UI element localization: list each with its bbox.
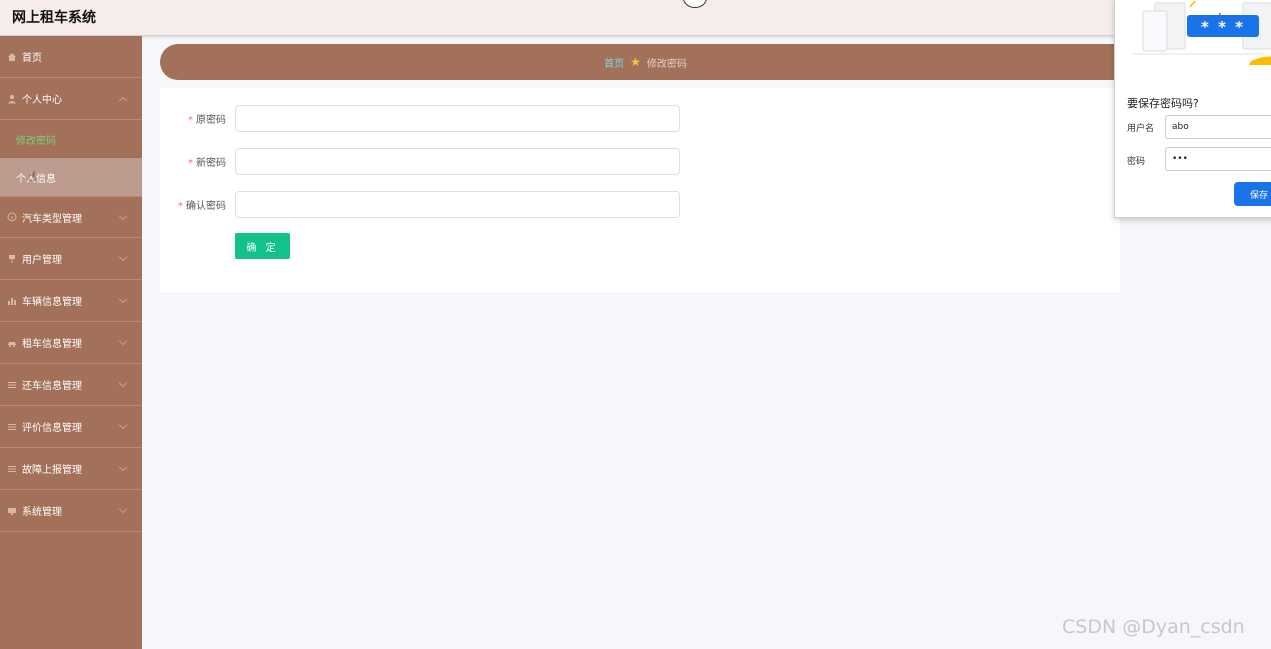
sidebar-item-label: 用户管理 — [22, 255, 62, 266]
sidebar-item-fault-report[interactable]: 故障上报管理 — [0, 448, 142, 490]
sidebar-item-label: 评价信息管理 — [22, 423, 82, 434]
sidebar-item-rental-info[interactable]: 租车信息管理 — [0, 322, 142, 364]
chevron-down-icon — [118, 294, 128, 304]
sidebar-subitem-personal-info[interactable]: 个人信息 ☝ — [0, 158, 142, 196]
change-password-form: * 原密码 * 新密码 * 确认密码 确 定 — [160, 88, 1120, 292]
form-row-new-password: * 新密码 — [160, 147, 1120, 175]
home-icon — [6, 51, 18, 63]
form-row-old-password: * 原密码 — [160, 104, 1120, 132]
confirm-password-input[interactable] — [235, 190, 680, 218]
username-label: 用户名 — [1127, 124, 1155, 134]
chevron-down-icon — [118, 211, 128, 221]
confirm-button[interactable]: 确 定 — [235, 233, 290, 259]
new-password-input[interactable] — [235, 147, 680, 175]
user-icon — [6, 93, 18, 105]
breadcrumb: 首页 ★ 修改密码 — [160, 44, 1271, 80]
save-password-title: 要保存密码吗? — [1127, 97, 1199, 110]
sidebar-item-label: 租车信息管理 — [22, 339, 82, 350]
monitor-icon — [6, 505, 18, 517]
watermark: CSDN @Dyan_csdn — [1062, 616, 1245, 638]
chevron-down-icon — [118, 462, 128, 472]
app-title: 网上租车系统 — [12, 10, 96, 26]
form-row-confirm-password: * 确认密码 — [160, 190, 1120, 218]
car-icon — [6, 337, 18, 349]
list-icon — [6, 379, 18, 391]
sidebar-item-label: 车辆信息管理 — [22, 297, 82, 308]
top-header: 网上租车系统 — [0, 0, 1271, 36]
chevron-down-icon — [118, 420, 128, 430]
list-icon — [6, 421, 18, 433]
password-label: 密码 — [1127, 157, 1146, 167]
old-password-label: * 原密码 — [188, 114, 226, 126]
star-icon: ★ — [630, 55, 641, 69]
sidebar-item-label: 个人中心 — [22, 95, 62, 106]
sidebar-item-home[interactable]: 首页 — [0, 36, 142, 78]
sidebar-item-vehicle-info[interactable]: 车辆信息管理 — [0, 280, 142, 322]
sidebar-item-car-type[interactable]: 汽车类型管理 — [0, 196, 142, 238]
sidebar: 首页 个人中心 修改密码 个人信息 ☝ 汽车类型管理 用户管理 车辆信息管理 租… — [0, 36, 142, 649]
breadcrumb-home-link[interactable]: 首页 — [604, 55, 624, 70]
old-password-input[interactable] — [235, 104, 680, 132]
sidebar-item-system[interactable]: 系统管理 — [0, 490, 142, 532]
sidebar-item-review-info[interactable]: 评价信息管理 — [0, 406, 142, 448]
chevron-down-icon — [118, 336, 128, 346]
chevron-up-icon — [118, 96, 128, 106]
chevron-down-icon — [118, 252, 128, 262]
sidebar-item-label: 还车信息管理 — [22, 381, 82, 392]
pin-icon — [6, 253, 18, 265]
breadcrumb-current: 修改密码 — [646, 58, 687, 70]
username-input[interactable]: abo — [1165, 115, 1271, 139]
circle-icon — [683, 0, 707, 8]
save-button[interactable]: 保存 — [1234, 182, 1271, 206]
save-password-popup: * * * 要保存密码吗? 用户名 abo 密码 ••• 保存 — [1114, 0, 1271, 218]
new-password-label: * 新密码 — [188, 157, 226, 169]
bar-chart-icon — [6, 295, 18, 307]
sidebar-subitem-change-password[interactable]: 修改密码 — [0, 120, 142, 158]
sidebar-item-label: 汽车类型管理 — [22, 213, 82, 225]
hand-cursor-icon: ☝ — [28, 169, 37, 185]
info-circle-icon — [6, 211, 18, 223]
sidebar-item-label: 系统管理 — [22, 507, 62, 518]
chevron-down-icon — [118, 504, 128, 514]
list-icon — [6, 463, 18, 475]
chevron-down-icon — [118, 378, 128, 388]
sidebar-item-users[interactable]: 用户管理 — [0, 238, 142, 280]
sidebar-item-personal-center[interactable]: 个人中心 — [0, 78, 142, 120]
sidebar-item-label: 故障上报管理 — [22, 465, 82, 476]
confirm-password-label: * 确认密码 — [178, 200, 226, 212]
masked-password-badge: * * * — [1187, 15, 1259, 37]
password-input[interactable]: ••• — [1165, 147, 1271, 171]
sidebar-item-return-info[interactable]: 还车信息管理 — [0, 364, 142, 406]
sidebar-item-label: 首页 — [22, 53, 42, 64]
